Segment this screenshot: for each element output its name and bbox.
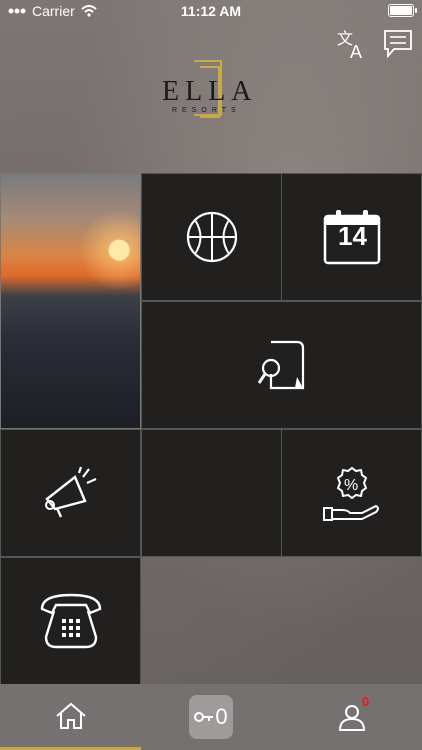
key-button[interactable]: 0 bbox=[189, 695, 233, 739]
svg-text:%: % bbox=[344, 477, 358, 494]
telephone-icon bbox=[40, 593, 101, 649]
discount-hand-icon: % bbox=[322, 466, 379, 521]
home-icon bbox=[55, 702, 86, 729]
empty-tile bbox=[141, 429, 282, 557]
tab-bar: 0 bbox=[0, 684, 422, 750]
key-count: 0 bbox=[215, 704, 228, 729]
document-search-icon bbox=[257, 340, 304, 390]
basketball-icon bbox=[186, 211, 237, 263]
notification-badge: 0 bbox=[362, 694, 370, 709]
megaphone-icon bbox=[44, 466, 96, 518]
tab-key[interactable]: 0 bbox=[141, 684, 281, 750]
key-icon bbox=[194, 712, 214, 722]
logo-subtext: RESORTS bbox=[172, 107, 241, 114]
sunset-photo bbox=[0, 173, 141, 429]
tab-profile[interactable] bbox=[281, 684, 422, 750]
svg-text:A: A bbox=[350, 42, 362, 60]
status-bar: Carrier 11:12 AM bbox=[0, 0, 422, 22]
search-document-tile[interactable] bbox=[141, 301, 422, 429]
logo-text: ELLA bbox=[162, 76, 258, 107]
phone-tile[interactable] bbox=[0, 557, 141, 685]
sports-tile[interactable] bbox=[141, 173, 282, 301]
clock: 11:12 AM bbox=[180, 3, 242, 19]
tab-home[interactable] bbox=[0, 684, 141, 750]
calendar-day: 14 bbox=[338, 221, 367, 251]
translate-icon[interactable]: 文 A bbox=[336, 28, 368, 62]
battery-icon bbox=[388, 4, 417, 17]
ella-resorts-logo: ELLA RESORTS bbox=[150, 60, 270, 120]
offers-tile[interactable]: % bbox=[281, 429, 422, 557]
calendar-tile[interactable]: 14 bbox=[281, 173, 422, 301]
announcements-tile[interactable] bbox=[0, 429, 141, 557]
chat-icon[interactable] bbox=[382, 28, 414, 60]
